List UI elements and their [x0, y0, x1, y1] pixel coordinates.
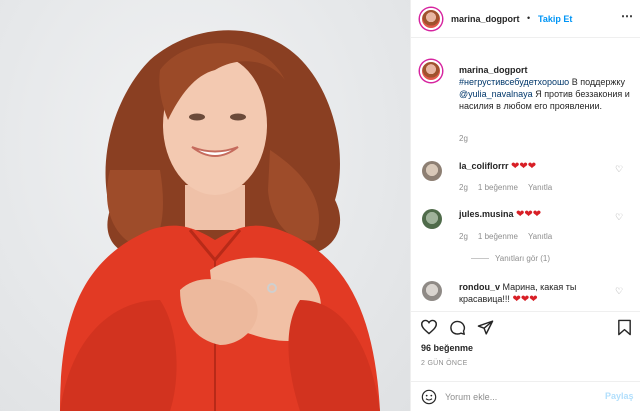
replies-divider: [471, 258, 489, 260]
more-options-icon[interactable]: ⋯: [621, 9, 634, 23]
caption-mention[interactable]: @yulia_navalnaya: [459, 89, 533, 99]
follow-button[interactable]: Takip Et: [538, 14, 572, 24]
comment-likes[interactable]: 1 beğenme: [478, 232, 518, 241]
commenter-avatar[interactable]: [422, 281, 442, 301]
view-replies-button[interactable]: Yanıtları gör (1): [471, 254, 550, 263]
comment-likes[interactable]: 1 beğenme: [478, 183, 518, 192]
commenter-avatar[interactable]: [422, 209, 442, 229]
comment-time[interactable]: 2g: [459, 183, 468, 192]
comment-time[interactable]: 2g: [459, 232, 468, 241]
post-sidebar: marina_dogport • Takip Et ⋯ marina_dogpo…: [410, 0, 640, 411]
comment-username[interactable]: rondou_v: [459, 282, 500, 292]
comment-form: Paylaş: [411, 381, 640, 411]
comment-username[interactable]: jules.musina: [459, 209, 514, 219]
separator-dot: •: [527, 13, 531, 23]
post-caption: marina_dogport #негрустивсебудетхорошо В…: [459, 64, 635, 112]
caption-time[interactable]: 2g: [459, 134, 468, 143]
comment-reply-button[interactable]: Yanıtla: [528, 183, 552, 192]
view-replies-label: Yanıtları gör (1): [495, 254, 550, 263]
comment-1: la_coliflorrr ❤❤❤: [459, 160, 619, 173]
comment-hearts: ❤❤❤: [516, 209, 542, 220]
caption-hashtag[interactable]: #негрустивсебудетхорошо: [459, 77, 569, 87]
comment-like-heart-icon[interactable]: ♡: [615, 286, 623, 297]
comment-3: rondou_v Марина, какая ты красавица!!! ❤…: [459, 281, 619, 306]
comment-hearts: ❤❤❤: [511, 161, 537, 172]
instagram-post: marina_dogport • Takip Et ⋯ marina_dogpo…: [0, 0, 640, 411]
paper-plane-icon[interactable]: [477, 319, 494, 336]
heart-icon[interactable]: [420, 319, 438, 335]
smiley-icon[interactable]: [421, 389, 437, 405]
comment-like-heart-icon[interactable]: ♡: [615, 212, 623, 223]
comment-bubble-icon[interactable]: [449, 319, 466, 336]
caption-avatar[interactable]: [420, 60, 442, 82]
caption-username[interactable]: marina_dogport: [459, 65, 528, 75]
comment-input[interactable]: [445, 390, 595, 404]
likes-count[interactable]: 96 beğenme: [421, 343, 473, 353]
author-avatar[interactable]: [420, 8, 442, 30]
comment-2-meta: 2g 1 beğenme Yanıtla: [459, 232, 552, 241]
post-header: marina_dogport • Takip Et ⋯: [411, 0, 640, 38]
caption-text-1: В поддержку: [569, 77, 625, 87]
portrait-illustration: [60, 30, 380, 411]
commenter-avatar[interactable]: [422, 161, 442, 181]
comment-like-heart-icon[interactable]: ♡: [615, 164, 623, 175]
comment-hearts: ❤❤❤: [512, 294, 538, 305]
post-photo[interactable]: [0, 0, 410, 411]
comment-username[interactable]: la_coliflorrr: [459, 161, 509, 171]
author-username[interactable]: marina_dogport: [451, 14, 520, 24]
post-comment-button[interactable]: Paylaş: [605, 391, 634, 401]
comment-2: jules.musina ❤❤❤: [459, 208, 619, 221]
bookmark-icon[interactable]: [617, 319, 632, 336]
comment-1-meta: 2g 1 beğenme Yanıtla: [459, 183, 552, 192]
comment-reply-button[interactable]: Yanıtla: [528, 232, 552, 241]
post-time-ago[interactable]: 2 GÜN ÖNCE: [421, 360, 468, 367]
